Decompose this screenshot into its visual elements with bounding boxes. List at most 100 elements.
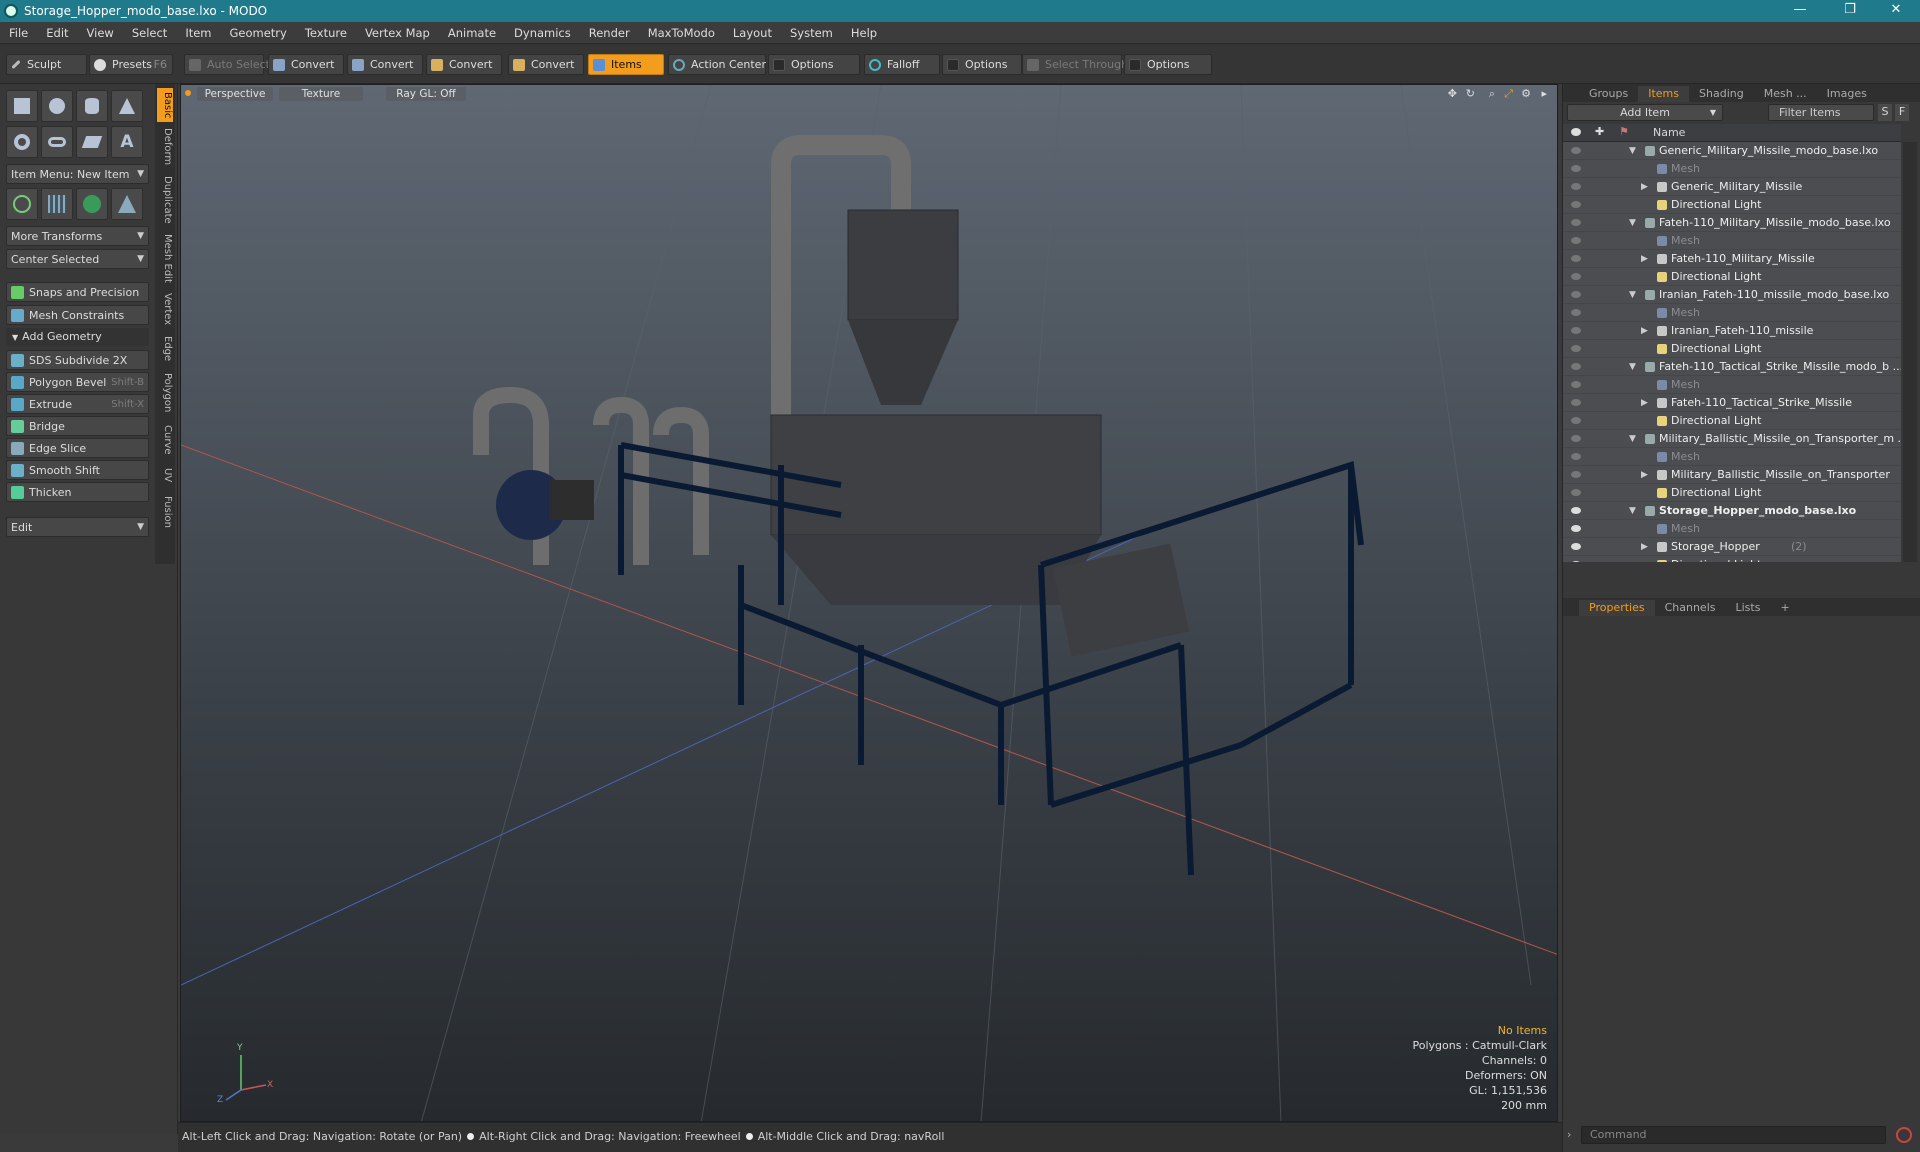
select-through-button[interactable]: Select Through (1022, 54, 1128, 75)
expand-arrow-icon[interactable]: ▶ (1641, 466, 1648, 484)
expand-arrow-icon[interactable]: ▶ (1641, 538, 1648, 556)
tab-mesh[interactable]: Mesh ... (1754, 86, 1817, 102)
menu-system[interactable]: System (781, 26, 842, 40)
convert-materials-button[interactable]: Convert (508, 54, 584, 75)
tab-edge[interactable]: Edge (157, 334, 173, 364)
item-row[interactable]: ▶ Fateh-110_Military_Missile (1563, 250, 1901, 268)
visibility-eye-icon[interactable] (1571, 435, 1581, 442)
visibility-eye-icon[interactable] (1571, 291, 1581, 298)
visibility-eye-icon[interactable] (1571, 507, 1581, 514)
expand-arrow-icon[interactable]: ▶ (1641, 394, 1648, 412)
tube-tool-button[interactable] (41, 126, 73, 158)
menu-vertex-map[interactable]: Vertex Map (356, 26, 439, 40)
item-row[interactable]: Directional Light (1563, 556, 1901, 562)
pan-icon[interactable]: ✥ (1448, 87, 1457, 100)
grid-button[interactable] (41, 188, 73, 220)
torus-primitive-button[interactable] (6, 126, 38, 158)
filter-s-button[interactable]: S (1878, 104, 1892, 121)
presets-button[interactable]: Presets F6 (89, 54, 173, 75)
item-row[interactable]: Directional Light (1563, 340, 1901, 358)
collapse-arrow-icon[interactable]: ▼ (1629, 142, 1636, 160)
tab-groups[interactable]: Groups (1579, 86, 1638, 102)
sphere-primitive-button[interactable] (41, 90, 73, 122)
items-mode-button[interactable]: Items (588, 54, 664, 75)
visibility-eye-icon[interactable] (1571, 399, 1581, 406)
item-row[interactable]: ▶ Fateh-110_Tactical_Strike_Missile (1563, 394, 1901, 412)
collapse-arrow-icon[interactable]: ▼ (1629, 214, 1636, 232)
menu-help[interactable]: Help (842, 26, 886, 40)
visibility-eye-icon[interactable] (1571, 543, 1581, 550)
item-menu-dropdown[interactable]: Item Menu: New Item ▼ (6, 164, 149, 184)
tab-curve[interactable]: Curve (157, 422, 173, 458)
edit-dropdown[interactable]: Edit ▼ (6, 517, 149, 537)
pen-tool-button[interactable] (76, 126, 108, 158)
item-row[interactable]: Mesh (1563, 376, 1901, 394)
visibility-eye-icon[interactable] (1571, 219, 1581, 226)
tab-lists[interactable]: Lists (1726, 600, 1771, 616)
item-row[interactable]: Directional Light (1563, 484, 1901, 502)
item-row[interactable]: Mesh (1563, 160, 1901, 178)
zoom-icon[interactable]: ⌕ (1489, 87, 1495, 101)
close-button[interactable]: ✕ (1876, 0, 1916, 22)
minimize-button[interactable]: — (1780, 0, 1820, 22)
expand-arrow-icon[interactable]: ▶ (1641, 178, 1648, 196)
shading-mode-button[interactable]: Texture (279, 87, 363, 101)
item-row[interactable]: Directional Light (1563, 412, 1901, 430)
menu-layout[interactable]: Layout (724, 26, 781, 40)
expand-arrow-icon[interactable]: ▶ (1641, 250, 1648, 268)
maximize-icon[interactable]: ⤢ (1504, 87, 1513, 101)
menu-geometry[interactable]: Geometry (221, 26, 296, 40)
menu-edit[interactable]: Edit (37, 26, 77, 40)
tool-edge-slice[interactable]: Edge Slice (6, 438, 149, 458)
tab-fusion[interactable]: Fusion (157, 492, 173, 532)
convert-vertices-button[interactable]: Convert (268, 54, 344, 75)
tab-shading[interactable]: Shading (1689, 86, 1754, 102)
item-row[interactable]: ▼ Fateh-110_Military_Missile_modo_base.lx… (1563, 214, 1901, 232)
tool-bridge[interactable]: Bridge (6, 416, 149, 436)
command-input[interactable]: Command (1581, 1126, 1886, 1144)
tab-basic[interactable]: Basic (157, 88, 173, 122)
collapse-arrow-icon[interactable]: ▼ (1629, 286, 1636, 304)
cube-primitive-button[interactable] (6, 90, 38, 122)
restore-button[interactable]: ❐ (1830, 0, 1870, 22)
item-row[interactable]: ▶ Storage_Hopper (2) (1563, 538, 1901, 556)
menu-animate[interactable]: Animate (439, 26, 505, 40)
convert-polygons-button[interactable]: Convert (426, 54, 502, 75)
convert-edges-button[interactable]: Convert (347, 54, 423, 75)
menu-select[interactable]: Select (123, 26, 176, 40)
item-row[interactable]: ▼ Generic_Military_Missile_modo_base.lxo (1563, 142, 1901, 160)
tool-smooth-shift[interactable]: Smooth Shift (6, 460, 149, 480)
visibility-eye-icon[interactable] (1571, 561, 1581, 562)
item-row[interactable]: Mesh (1563, 304, 1901, 322)
transform-button[interactable] (6, 188, 38, 220)
item-row[interactable]: ▼ Military_Ballistic_Missile_on_Transport… (1563, 430, 1901, 448)
tab-duplicate[interactable]: Duplicate (157, 174, 173, 226)
visibility-eye-icon[interactable] (1571, 165, 1581, 172)
visibility-eye-icon[interactable] (1571, 273, 1581, 280)
center-selected-dropdown[interactable]: Center Selected ▼ (6, 249, 149, 269)
filter-f-button[interactable]: F (1895, 104, 1909, 121)
auto-select-button[interactable]: Auto Select (184, 54, 270, 75)
visibility-eye-icon[interactable] (1571, 417, 1581, 424)
cone-primitive-button[interactable] (111, 90, 143, 122)
visibility-eye-icon[interactable] (1571, 183, 1581, 190)
item-row[interactable]: Mesh (1563, 448, 1901, 466)
mesh-constraints-button[interactable]: Mesh Constraints (6, 305, 149, 325)
filter-items-input[interactable]: Filter Items (1768, 104, 1874, 121)
add-geometry-header[interactable]: ▼ Add Geometry (6, 328, 149, 346)
globe-button[interactable] (76, 188, 108, 220)
falloff-options-button[interactable]: Options (942, 54, 1022, 75)
tool-thicken[interactable]: Thicken (6, 482, 149, 502)
tab-vertex[interactable]: Vertex (157, 290, 173, 328)
tool-polygon-bevel[interactable]: Polygon Bevel Shift-B (6, 372, 149, 392)
more-transforms-dropdown[interactable]: More Transforms ▼ (6, 226, 149, 246)
collapse-arrow-icon[interactable]: ▼ (1629, 358, 1636, 376)
tab-images[interactable]: Images (1817, 86, 1877, 102)
item-row[interactable]: ▼ Iranian_Fateh-110_missile_modo_base.lxo (1563, 286, 1901, 304)
add-tab-button[interactable]: + (1770, 600, 1799, 616)
cylinder-primitive-button[interactable] (76, 90, 108, 122)
viewport-settings-icon[interactable]: ⚙ (1521, 87, 1531, 100)
collapse-arrow-icon[interactable]: ▼ (1629, 430, 1636, 448)
tab-properties[interactable]: Properties (1579, 600, 1655, 616)
item-row[interactable]: Directional Light (1563, 196, 1901, 214)
